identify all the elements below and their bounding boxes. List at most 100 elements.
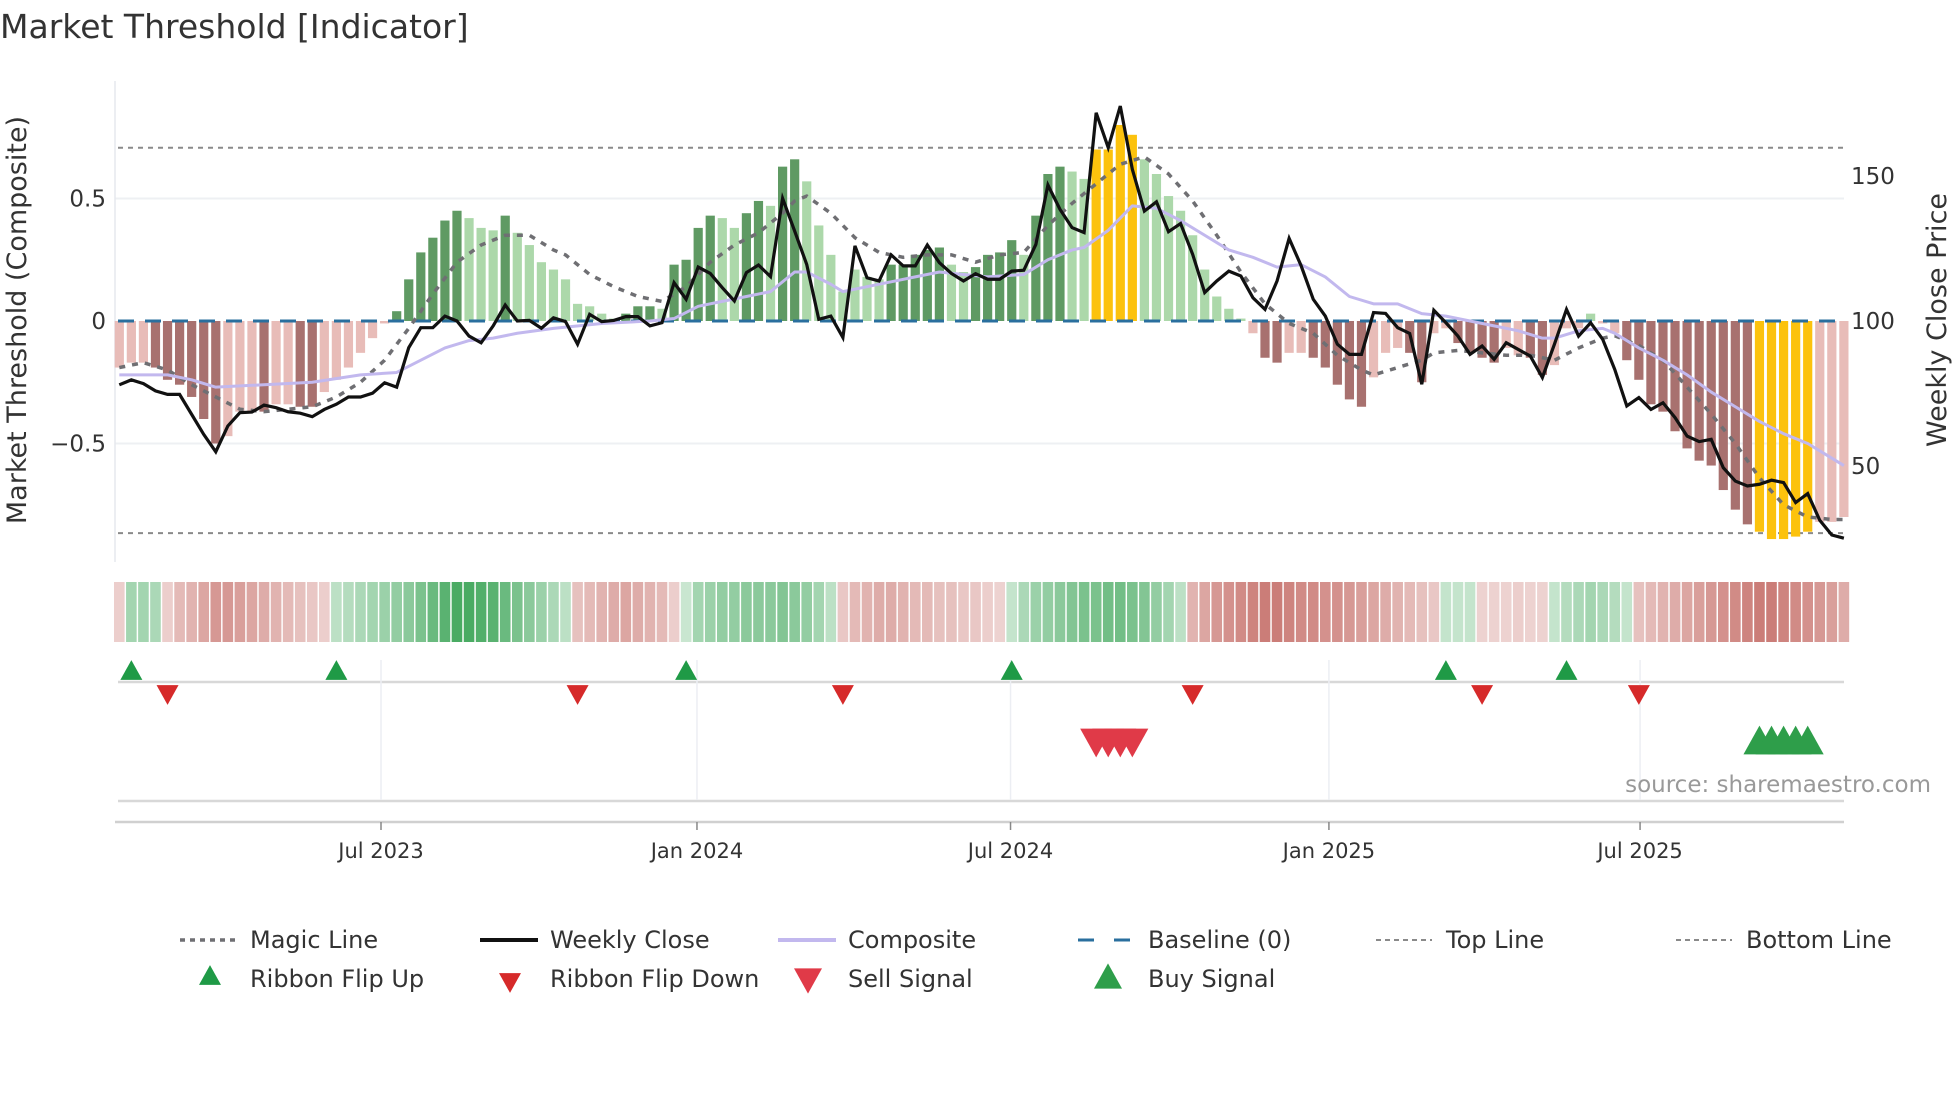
ribbon-cell — [1476, 582, 1488, 642]
ribbon-cell — [1042, 582, 1054, 642]
ribbon-cell — [439, 582, 451, 642]
ribbon-cell — [174, 582, 185, 642]
grid — [115, 146, 1844, 535]
composite-bar — [271, 321, 281, 405]
composite-bar — [898, 264, 908, 321]
ribbon-cell — [1295, 582, 1307, 642]
ribbon-cell — [1645, 582, 1657, 642]
ribbon-cell — [1006, 582, 1018, 642]
ribbon-cell — [1730, 582, 1741, 642]
ribbon-cell — [1802, 582, 1813, 642]
ribbon-cell — [680, 582, 692, 642]
ribbon-cell — [1717, 582, 1729, 642]
ribbon-cell — [367, 582, 378, 642]
ribbon-cell — [958, 582, 969, 642]
composite-bar — [440, 220, 450, 321]
ribbon-cell — [729, 582, 740, 642]
ribbon-cell — [1018, 582, 1030, 642]
ribbon-cell — [270, 582, 282, 642]
ribbon-cell — [355, 582, 366, 642]
ribbon-cell — [415, 582, 427, 642]
composite-bar — [295, 321, 305, 407]
y2-tick-label: 100 — [1851, 309, 1895, 335]
legend-sell-icon — [794, 968, 822, 994]
ribbon-cell — [234, 582, 246, 642]
ribbon-cell — [1283, 582, 1295, 642]
composite-bar — [259, 321, 269, 412]
ribbon-cell — [1127, 582, 1138, 642]
ribbon-cell — [1102, 582, 1114, 642]
ribbon-cell — [885, 582, 897, 642]
ribbon-cell — [1693, 582, 1705, 642]
x-tick-label: Jan 2025 — [1281, 839, 1376, 863]
ribbon-cell — [1778, 582, 1789, 642]
ribbon-cell — [1549, 582, 1560, 642]
composite-bar — [1742, 321, 1752, 525]
composite-bar — [331, 321, 341, 380]
ribbon-cell — [1344, 582, 1355, 642]
ribbon-flip-up-marker — [1555, 660, 1578, 680]
ribbon-cell — [1187, 582, 1198, 642]
ribbon-cell — [427, 582, 439, 642]
ribbon-cell — [1500, 582, 1512, 642]
x-axis-ticks: Jul 2023 Jan 2024 Jul 2024 Jan 2025 Jul 2025 — [336, 839, 1683, 863]
ribbon-cell — [1163, 582, 1174, 642]
y-axis-ticks: 0.5 0 −0.5 — [50, 187, 106, 458]
ribbon-flip-up-marker — [1000, 660, 1023, 680]
ribbon-flip-down-marker — [1181, 685, 1204, 705]
ribbon-cell — [1512, 582, 1524, 642]
ribbon-cell — [922, 582, 933, 642]
composite-bar — [1646, 321, 1656, 405]
ribbon-cell — [692, 582, 704, 642]
ribbon-cell — [1235, 582, 1247, 642]
ribbon-cell — [126, 582, 137, 642]
ribbon-cell — [114, 582, 125, 642]
composite-bar — [223, 321, 233, 437]
composite-bar — [1815, 321, 1825, 522]
ribbon-cell — [1307, 582, 1319, 642]
ribbon-cell — [1681, 582, 1693, 642]
ribbon-cell — [536, 582, 547, 642]
ribbon-cell — [1838, 582, 1850, 642]
ribbon-cell — [258, 582, 270, 642]
ribbon-flip-down-marker — [566, 685, 589, 705]
x-tick-label: Jul 2023 — [336, 839, 423, 863]
ribbon-cell — [873, 582, 885, 642]
ribbon-cell — [162, 582, 173, 642]
ribbon-cell — [1078, 582, 1090, 642]
composite-bar — [1139, 159, 1149, 321]
ribbon-cell — [982, 582, 993, 642]
composite-bars — [114, 125, 1849, 540]
ribbon-flip-up-marker — [1434, 660, 1457, 680]
ribbon-cell — [331, 582, 342, 642]
ribbon-cell — [379, 582, 390, 642]
ribbon-cell — [150, 582, 161, 642]
ribbon-cell — [511, 582, 523, 642]
ribbon-cell — [1609, 582, 1621, 642]
composite-bar — [1308, 321, 1318, 358]
composite-bar — [1754, 321, 1765, 532]
composite-bar — [307, 321, 317, 407]
x-tick-label: Jul 2025 — [1595, 839, 1682, 863]
ribbon-cell — [572, 582, 583, 642]
composite-bar — [175, 321, 185, 385]
ribbon-strip — [114, 582, 1850, 642]
ribbon-cell — [1488, 582, 1500, 642]
ribbon-cell — [994, 582, 1005, 642]
ribbon-cell — [849, 582, 861, 642]
composite-bar — [1272, 321, 1282, 363]
ribbon-cell — [1537, 582, 1548, 642]
y2-axis-title: Weekly Close Price — [1922, 193, 1953, 447]
ribbon-cell — [282, 582, 294, 642]
composite-bar — [645, 306, 655, 321]
ribbon-cell — [475, 582, 487, 642]
ribbon-cell — [1223, 582, 1235, 642]
ribbon-cell — [246, 582, 258, 642]
composite-bar — [1658, 321, 1668, 412]
ribbon-cell — [1211, 582, 1223, 642]
ribbon-cell — [1440, 582, 1452, 642]
composite-bar — [138, 321, 149, 363]
ribbon-cell — [1356, 582, 1367, 642]
composite-bar — [428, 237, 438, 321]
ribbon-cell — [1392, 582, 1403, 642]
